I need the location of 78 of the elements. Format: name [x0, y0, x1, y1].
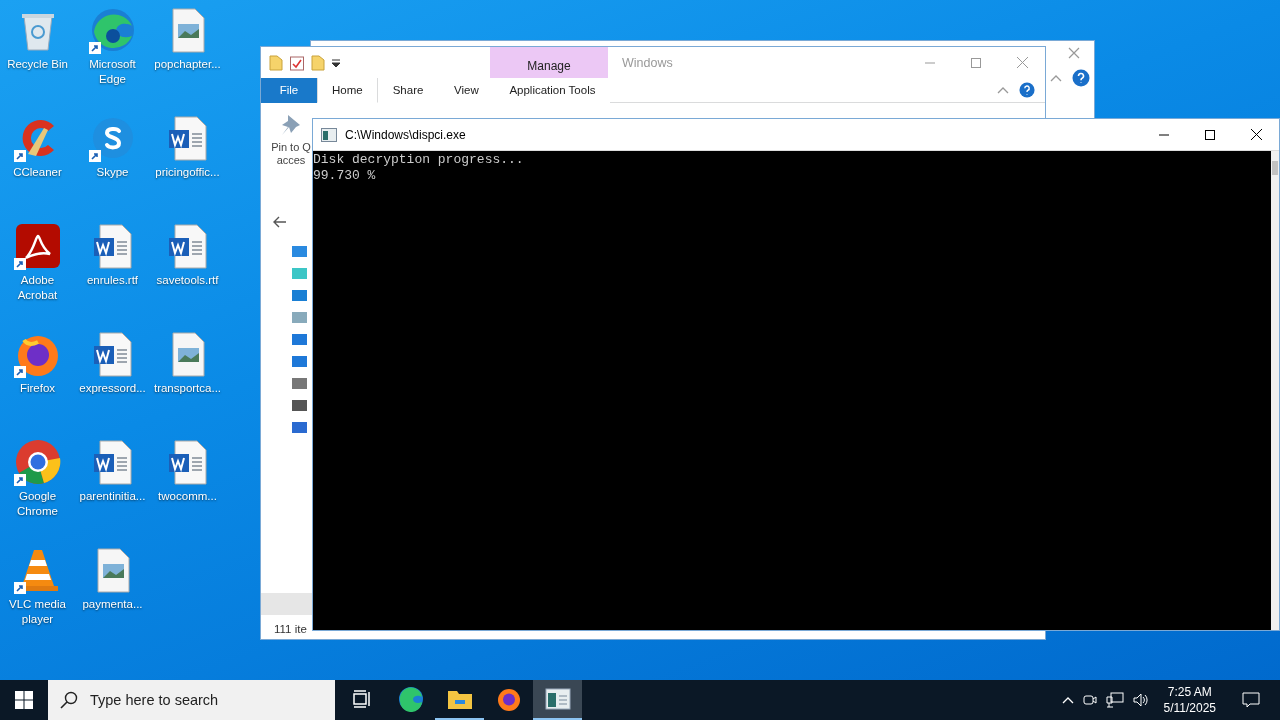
search-field[interactable]: Type here to search [88, 691, 322, 709]
window-title: Windows [621, 55, 674, 72]
desktop-icon[interactable]: Skype [75, 114, 150, 222]
desktop-icon-label: CCleaner [12, 165, 63, 180]
desktop-icon-label: paymenta... [81, 597, 144, 612]
taskbar-app-button[interactable] [533, 680, 582, 720]
desktop-icon-label: pricingoffic... [154, 165, 221, 180]
ribbon-tab[interactable]: Home [317, 78, 378, 103]
desktop-icon[interactable]: pricingoffic... [150, 114, 225, 222]
nav-folder-icon[interactable] [291, 397, 307, 413]
nav-folder-icon[interactable] [291, 331, 307, 347]
ribbon-tab[interactable]: File [261, 78, 317, 103]
scrollbar[interactable] [1271, 151, 1279, 630]
console-line: Disk decryption progress... [313, 152, 524, 168]
desktop-icon-label: Microsoft Edge [88, 57, 137, 87]
desktop-icon[interactable]: paymenta... [75, 546, 150, 654]
desktop-icon-label: twocomm... [157, 489, 218, 504]
desktop-icon[interactable]: CCleaner [0, 114, 75, 222]
context-tab-header: Manage [490, 47, 608, 78]
clock-time[interactable]: 7:25 AM [1167, 684, 1212, 700]
desktop-icon[interactable]: popchapter... [150, 6, 225, 114]
nav-folder-icon[interactable] [291, 243, 307, 259]
edge-icon [397, 686, 424, 712]
desktop-icon[interactable]: parentinitia... [75, 438, 150, 546]
desktop-icon-label: VLC media player [8, 597, 67, 627]
task-view-icon [351, 689, 372, 709]
desktop-icon-label: expressord... [78, 381, 147, 396]
desktop-icon-label: enrules.rtf [85, 273, 140, 288]
maximize-icon[interactable] [1205, 129, 1215, 140]
volume-icon[interactable] [1131, 692, 1150, 708]
ribbon-command-label: Pin to Q [271, 141, 311, 154]
camera-icon[interactable] [1081, 692, 1098, 708]
desktop-icon-label: Adobe Acrobat [16, 273, 59, 303]
desktop-icon[interactable]: expressord... [75, 330, 150, 438]
nav-folder-icon[interactable] [291, 287, 307, 303]
back-arrow-icon[interactable] [273, 216, 287, 228]
windows-logo-icon[interactable] [15, 691, 33, 709]
chrome-icon [13, 438, 62, 486]
status-text: 111 ite [273, 623, 308, 637]
ribbon-command-label: acces [276, 154, 306, 167]
desktop-icon-label: parentinitia... [78, 489, 147, 504]
firefox-icon [495, 686, 522, 712]
close-icon[interactable] [1250, 129, 1262, 140]
desktop-icon-label: savetools.rtf [155, 273, 220, 288]
nav-folder-icon[interactable] [291, 375, 307, 391]
console-window-icon [544, 688, 571, 710]
scrollbar[interactable] [261, 593, 313, 615]
desktop-icon[interactable]: Microsoft Edge [75, 6, 150, 114]
acrobat-icon [13, 222, 62, 270]
desktop-icon[interactable]: enrules.rtf [75, 222, 150, 330]
help-icon[interactable] [1019, 82, 1035, 98]
desktop-icon-label: Firefox [18, 381, 57, 396]
desktop-icon-label: Recycle Bin [6, 57, 69, 72]
desktop-icon[interactable]: Google Chrome [0, 438, 75, 546]
nav-folder-icon[interactable] [291, 353, 307, 369]
desktop-icon-label: transportca... [152, 381, 223, 396]
network-icon[interactable] [1105, 692, 1124, 708]
console-window-icon [321, 127, 337, 142]
desktop-icon[interactable]: VLC media player [0, 546, 75, 654]
desktop-icon-label: popchapter... [153, 57, 222, 72]
window-title: C:\Windows\dispci.exe [344, 127, 467, 142]
desktop-icon-label: Google Chrome [16, 489, 59, 519]
nav-folder-icon[interactable] [291, 419, 307, 435]
console-line: 99.730 % [313, 168, 376, 184]
desktop-icon[interactable]: Adobe Acrobat [0, 222, 75, 330]
desktop-icon[interactable]: Firefox [0, 330, 75, 438]
help-icon[interactable] [1072, 69, 1090, 87]
desktop-icon[interactable]: Recycle Bin [0, 6, 75, 114]
desktop-icon[interactable]: transportca... [150, 330, 225, 438]
folder-icon [446, 688, 473, 710]
desktop-icon[interactable]: savetools.rtf [150, 222, 225, 330]
desktop-icon-label: Skype [95, 165, 130, 180]
dropdown-icon[interactable] [331, 57, 341, 68]
properties-icon[interactable] [289, 54, 305, 71]
search-bar[interactable]: Type here to search [48, 680, 335, 720]
clock-date[interactable]: 5/11/2025 [1163, 700, 1216, 716]
desktop-icon[interactable]: twocomm... [150, 438, 225, 546]
search-icon [60, 691, 78, 709]
